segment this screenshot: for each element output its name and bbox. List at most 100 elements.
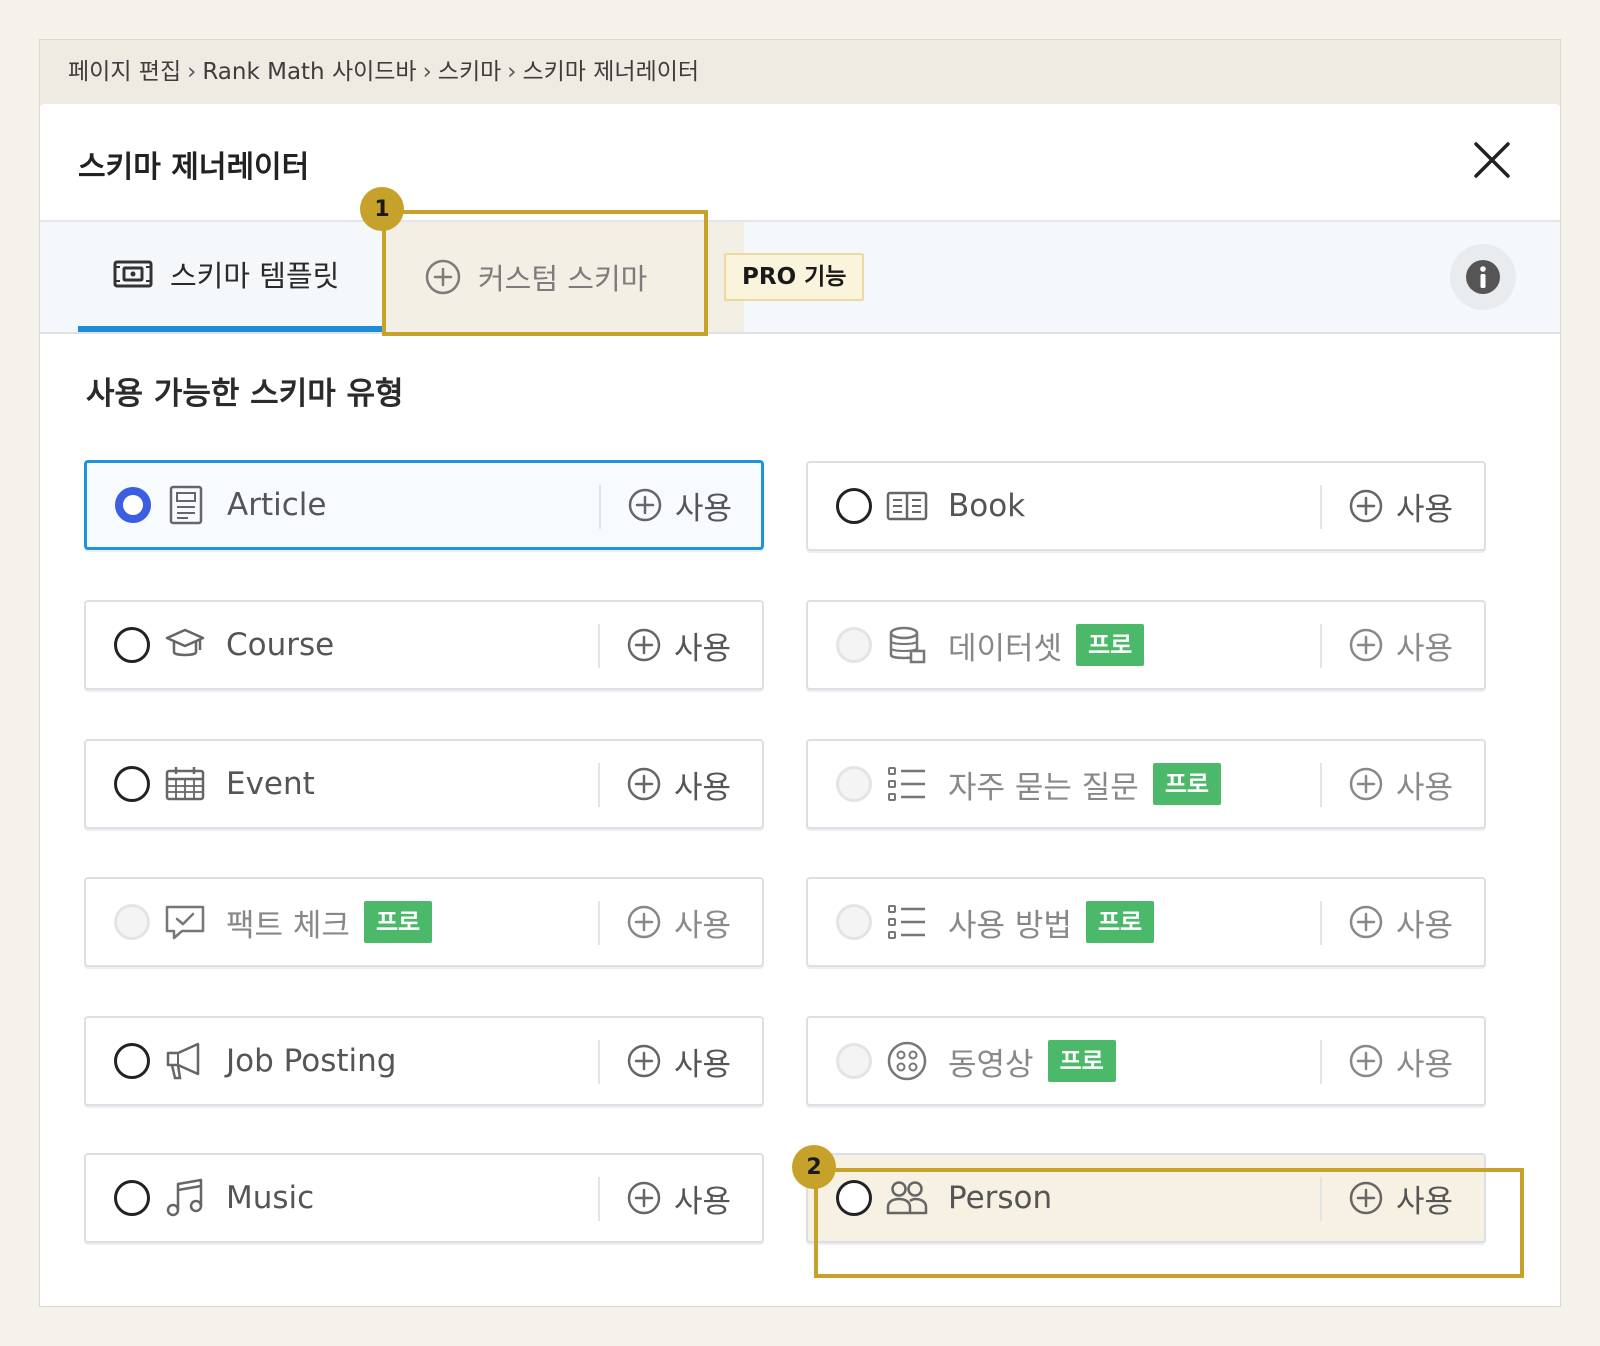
divider <box>1320 901 1322 945</box>
breadcrumb-item[interactable]: Rank Math 사이드바 <box>202 59 416 85</box>
schema-card-dataset[interactable]: 데이터셋 프로 사용 <box>806 600 1486 690</box>
info-button[interactable] <box>1450 244 1516 310</box>
divider <box>1320 1040 1322 1084</box>
breadcrumb-item[interactable]: 페이지 편집 <box>68 59 181 85</box>
schema-label: Music <box>226 1180 315 1216</box>
breadcrumb-item[interactable]: 스키마 <box>438 59 501 85</box>
schema-card-event[interactable]: Event 사용 <box>84 739 764 829</box>
list-icon <box>886 901 928 943</box>
divider <box>1320 485 1322 529</box>
calendar-icon <box>164 763 206 805</box>
schema-card-howto[interactable]: 사용 방법 프로 사용 <box>806 877 1486 967</box>
use-button[interactable]: 사용 <box>1348 623 1453 668</box>
use-label: 사용 <box>674 769 732 806</box>
divider <box>598 1177 600 1221</box>
tab-bar: 스키마 템플릿 커스텀 스키마 PRO 기능 <box>40 220 1560 334</box>
use-button[interactable]: 사용 <box>1348 484 1453 529</box>
pro-tag: 프로 <box>363 901 433 943</box>
use-label: 사용 <box>674 1183 732 1220</box>
schema-card-article[interactable]: Article 사용 <box>84 460 764 550</box>
schema-label: Course <box>226 627 335 663</box>
use-label: 사용 <box>1396 907 1454 944</box>
use-button[interactable]: 사용 <box>626 762 731 807</box>
document-icon <box>165 484 207 526</box>
plus-circle-icon <box>424 258 462 296</box>
use-button[interactable]: 사용 <box>626 623 731 668</box>
schema-label: Person <box>948 1180 1053 1216</box>
use-button[interactable]: 사용 <box>1348 1176 1453 1221</box>
tab-schema-template[interactable]: 스키마 템플릿 <box>78 222 432 332</box>
use-label: 사용 <box>1396 1183 1454 1220</box>
schema-label: 팩트 체크 프로 <box>226 900 433 945</box>
plus-circle-icon <box>627 905 661 939</box>
divider <box>1320 763 1322 807</box>
radio-howto <box>836 904 872 940</box>
pro-feature-badge: PRO 기능 <box>724 253 865 301</box>
radio-job-posting[interactable] <box>114 1043 150 1079</box>
radio-course[interactable] <box>114 627 150 663</box>
plus-circle-icon <box>1349 628 1383 662</box>
divider <box>1320 1177 1322 1221</box>
schema-card-course[interactable]: Course 사용 <box>84 600 764 690</box>
plus-circle-icon <box>627 767 661 801</box>
schema-label: 자주 묻는 질문 프로 <box>948 762 1221 807</box>
use-button[interactable]: 사용 <box>626 900 731 945</box>
use-label: 사용 <box>674 630 732 667</box>
pro-tag: 프로 <box>1076 624 1145 666</box>
schema-label: 데이터셋 프로 <box>948 623 1145 668</box>
radio-music[interactable] <box>114 1180 150 1216</box>
use-label: 사용 <box>675 490 733 527</box>
schema-card-faq[interactable]: 자주 묻는 질문 프로 사용 <box>806 739 1486 829</box>
tab-schema-template-label: 스키마 템플릿 <box>170 259 340 293</box>
breadcrumb-separator: › <box>187 59 197 85</box>
megaphone-icon <box>164 1040 206 1082</box>
radio-video <box>836 1043 872 1079</box>
database-icon <box>886 624 928 666</box>
use-button[interactable]: 사용 <box>627 483 732 528</box>
section-title: 사용 가능한 스키마 유형 <box>86 376 404 412</box>
use-label: 사용 <box>1396 1046 1454 1083</box>
radio-article[interactable] <box>115 487 151 523</box>
radio-person[interactable] <box>836 1180 872 1216</box>
pro-tag: 프로 <box>1047 1040 1116 1082</box>
divider <box>598 624 600 668</box>
use-button[interactable]: 사용 <box>1348 900 1453 945</box>
schema-card-fact-check[interactable]: 팩트 체크 프로 사용 <box>84 877 764 967</box>
template-icon <box>112 257 154 291</box>
schema-card-music[interactable]: Music 사용 <box>84 1153 764 1243</box>
schema-card-book[interactable]: Book 사용 <box>806 461 1486 551</box>
plus-circle-icon <box>628 488 662 522</box>
divider <box>598 1040 600 1084</box>
close-icon <box>1474 142 1510 178</box>
radio-book[interactable] <box>836 488 872 524</box>
use-button[interactable]: 사용 <box>626 1176 731 1221</box>
use-button[interactable]: 사용 <box>626 1039 731 1084</box>
pro-tag: 프로 <box>1152 763 1221 805</box>
tab-custom-schema-label: 커스텀 스키마 <box>478 262 648 296</box>
modal-title: 스키마 제너레이터 <box>78 150 310 185</box>
divider <box>598 901 600 945</box>
schema-card-job-posting[interactable]: Job Posting 사용 <box>84 1016 764 1106</box>
graduation-cap-icon <box>164 624 206 666</box>
divider <box>598 763 600 807</box>
use-button[interactable]: 사용 <box>1348 1039 1453 1084</box>
music-note-icon <box>164 1177 206 1219</box>
divider <box>599 485 601 529</box>
tab-custom-schema[interactable]: 커스텀 스키마 <box>384 222 744 332</box>
plus-circle-icon <box>627 628 661 662</box>
step-marker: 2 <box>792 1145 836 1189</box>
film-reel-icon <box>886 1040 928 1082</box>
schema-card-video[interactable]: 동영상 프로 사용 <box>806 1016 1486 1106</box>
use-button[interactable]: 사용 <box>1348 762 1453 807</box>
schema-label: 동영상 프로 <box>948 1039 1116 1084</box>
schema-label: Job Posting <box>226 1043 397 1079</box>
book-icon <box>886 485 928 527</box>
users-icon <box>886 1177 928 1219</box>
breadcrumb: 페이지 편집 › Rank Math 사이드바 › 스키마 › 스키마 제너레이터 <box>68 52 699 92</box>
breadcrumb-separator: › <box>422 59 432 85</box>
schema-card-person[interactable]: Person 사용 <box>806 1153 1486 1243</box>
use-label: 사용 <box>674 907 732 944</box>
close-button[interactable] <box>1464 132 1520 188</box>
radio-event[interactable] <box>114 766 150 802</box>
use-label: 사용 <box>1396 630 1454 667</box>
